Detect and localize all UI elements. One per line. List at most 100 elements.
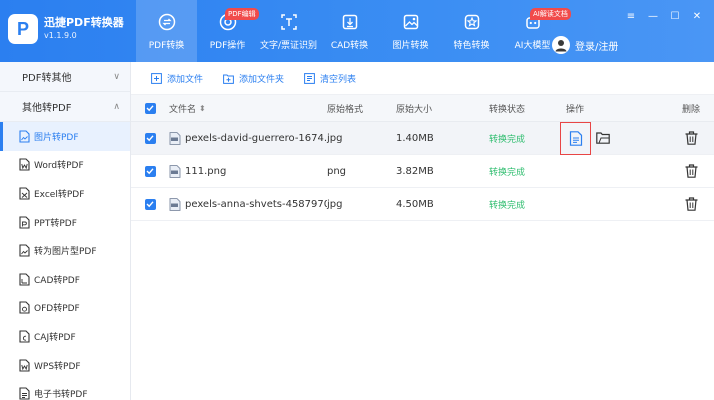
file-size: 3.82MB bbox=[396, 165, 434, 177]
sidebar-item-ofd-to-pdf[interactable]: OFD转PDF bbox=[0, 294, 130, 323]
table-header: 文件名 ⬍ 原始格式 原始大小 转换状态 操作 删除 bbox=[131, 95, 714, 122]
sidebar: PDF转其他 ∨ 其他转PDF ∧ 图片转PDF Word转PDF Excel转… bbox=[0, 62, 131, 400]
file-name: pexels-anna-shvets-4587970... bbox=[185, 198, 327, 210]
add-file-icon bbox=[151, 72, 162, 84]
status-badge: 转换完成 bbox=[489, 200, 526, 211]
wps-file-icon bbox=[18, 358, 30, 372]
ppt-file-icon bbox=[18, 216, 30, 229]
delete-button[interactable] bbox=[681, 161, 701, 181]
avatar bbox=[552, 36, 570, 54]
select-all-checkbox[interactable] bbox=[144, 102, 156, 114]
image-pdf-icon bbox=[18, 244, 30, 257]
add-folder-icon bbox=[223, 73, 234, 84]
nav-cad-convert[interactable]: CAD转换 bbox=[319, 0, 380, 62]
file-format: jpg bbox=[327, 198, 343, 210]
minimize-button[interactable]: — bbox=[642, 8, 664, 24]
document-icon bbox=[569, 130, 582, 146]
sidebar-item-word-to-pdf[interactable]: Word转PDF bbox=[0, 151, 130, 180]
sidebar-item-cad-to-pdf[interactable]: CAD转PDF bbox=[0, 265, 130, 294]
image-file-icon bbox=[169, 131, 181, 145]
add-file-button[interactable]: 添加文件 bbox=[151, 72, 203, 85]
main-nav: PDF转换 PDF编辑 PDF操作 文字/票证识别 CAD转换 图片转换 特色转… bbox=[136, 0, 571, 62]
sidebar-item-wps-to-pdf[interactable]: WPS转PDF bbox=[0, 351, 130, 380]
file-name: pexels-david-guerrero-1674... bbox=[185, 132, 327, 144]
status-badge: 转换完成 bbox=[489, 167, 526, 178]
sidebar-item-image-to-pdf[interactable]: 图片转PDF bbox=[0, 122, 130, 151]
sidebar-item-ppt-to-pdf[interactable]: PPT转PDF bbox=[0, 208, 130, 237]
nav-badge-ai: AI解读文档 bbox=[530, 8, 571, 20]
image-icon bbox=[401, 12, 421, 32]
cad-file-icon bbox=[18, 273, 30, 286]
star-icon bbox=[462, 12, 482, 32]
row-checkbox[interactable] bbox=[144, 165, 156, 177]
header-size: 原始大小 bbox=[396, 104, 433, 115]
cad-icon bbox=[340, 12, 360, 32]
close-button[interactable]: ✕ bbox=[686, 8, 708, 24]
file-name: 111.png bbox=[185, 165, 227, 177]
caj-file-icon bbox=[18, 330, 30, 343]
logo-mark: P bbox=[8, 14, 38, 44]
sidebar-group-pdf-to-other[interactable]: PDF转其他 ∨ bbox=[0, 62, 130, 92]
trash-icon bbox=[685, 197, 697, 211]
login-label: 登录/注册 bbox=[575, 41, 619, 53]
file-size: 4.50MB bbox=[396, 198, 434, 210]
main-panel: 添加文件 添加文件夹 清空列表 文件名 ⬍ 原始格式 原始大小 转换状态 操作 删… bbox=[131, 62, 714, 400]
file-format: png bbox=[327, 165, 347, 177]
nav-image-convert[interactable]: 图片转换 bbox=[380, 0, 441, 62]
row-checkbox[interactable] bbox=[144, 132, 156, 144]
file-size: 1.40MB bbox=[396, 132, 434, 144]
sidebar-item-to-image-pdf[interactable]: 转为图片型PDF bbox=[0, 236, 130, 265]
sort-icon: ⬍ bbox=[199, 103, 206, 113]
excel-file-icon bbox=[18, 187, 30, 200]
login-button[interactable]: 登录/注册 bbox=[552, 36, 618, 54]
header-delete: 删除 bbox=[681, 104, 700, 115]
trash-icon bbox=[685, 131, 697, 145]
sidebar-item-ebook-to-pdf[interactable]: 电子书转PDF bbox=[0, 379, 130, 400]
window-controls: ≡ — ☐ ✕ bbox=[620, 8, 708, 24]
image-file-icon bbox=[169, 164, 181, 178]
nav-pdf-ops[interactable]: PDF编辑 PDF操作 bbox=[197, 0, 259, 62]
clear-list-icon bbox=[304, 72, 315, 84]
table-row[interactable]: pexels-anna-shvets-4587970... jpg 4.50MB… bbox=[131, 188, 714, 221]
top-bar: P 迅捷PDF转换器 v1.1.9.0 PDF转换 PDF编辑 PDF操作 文字… bbox=[0, 0, 714, 62]
file-toolbar: 添加文件 添加文件夹 清空列表 bbox=[131, 62, 714, 95]
delete-button[interactable] bbox=[681, 194, 701, 214]
app-version: v1.1.9.0 bbox=[44, 31, 77, 40]
delete-button[interactable] bbox=[681, 128, 701, 148]
nav-badge-pdf-edit: PDF编辑 bbox=[225, 8, 259, 20]
chevron-up-icon: ∧ bbox=[113, 101, 120, 112]
header-filename[interactable]: 文件名 ⬍ bbox=[169, 102, 327, 115]
sidebar-item-excel-to-pdf[interactable]: Excel转PDF bbox=[0, 179, 130, 208]
maximize-button[interactable]: ☐ bbox=[664, 8, 686, 24]
nav-text-ocr[interactable]: 文字/票证识别 bbox=[258, 0, 319, 62]
table-row[interactable]: pexels-david-guerrero-1674... jpg 1.40MB… bbox=[131, 121, 714, 155]
app-logo: P 迅捷PDF转换器 v1.1.9.0 bbox=[8, 14, 124, 44]
chevron-down-icon: ∨ bbox=[113, 71, 120, 82]
ofd-file-icon bbox=[18, 301, 30, 314]
refresh-icon bbox=[157, 12, 177, 32]
file-format: jpg bbox=[327, 132, 343, 144]
trash-icon bbox=[685, 164, 697, 178]
table-row[interactable]: 111.png png 3.82MB 转换完成 bbox=[131, 155, 714, 188]
text-scan-icon bbox=[279, 12, 299, 32]
app-name: 迅捷PDF转换器 bbox=[44, 16, 124, 29]
add-folder-button[interactable]: 添加文件夹 bbox=[223, 72, 284, 85]
folder-icon bbox=[596, 132, 610, 144]
header-format: 原始格式 bbox=[327, 104, 364, 115]
sidebar-group-other-to-pdf[interactable]: 其他转PDF ∧ bbox=[0, 92, 130, 122]
image-file-icon bbox=[169, 197, 181, 211]
header-ops: 操作 bbox=[566, 104, 585, 115]
menu-button[interactable]: ≡ bbox=[620, 8, 642, 24]
image-file-icon bbox=[18, 130, 30, 143]
word-file-icon bbox=[18, 158, 30, 171]
header-status: 转换状态 bbox=[489, 104, 526, 115]
status-badge: 转换完成 bbox=[489, 134, 526, 145]
clear-list-button[interactable]: 清空列表 bbox=[304, 72, 356, 85]
nav-special-convert[interactable]: 特色转换 bbox=[441, 0, 502, 62]
nav-pdf-convert[interactable]: PDF转换 bbox=[136, 0, 197, 62]
row-checkbox[interactable] bbox=[144, 198, 156, 210]
open-file-button[interactable] bbox=[560, 121, 591, 155]
sidebar-item-caj-to-pdf[interactable]: CAJ转PDF bbox=[0, 322, 130, 351]
open-folder-button[interactable] bbox=[593, 128, 613, 148]
ebook-file-icon bbox=[18, 387, 30, 400]
